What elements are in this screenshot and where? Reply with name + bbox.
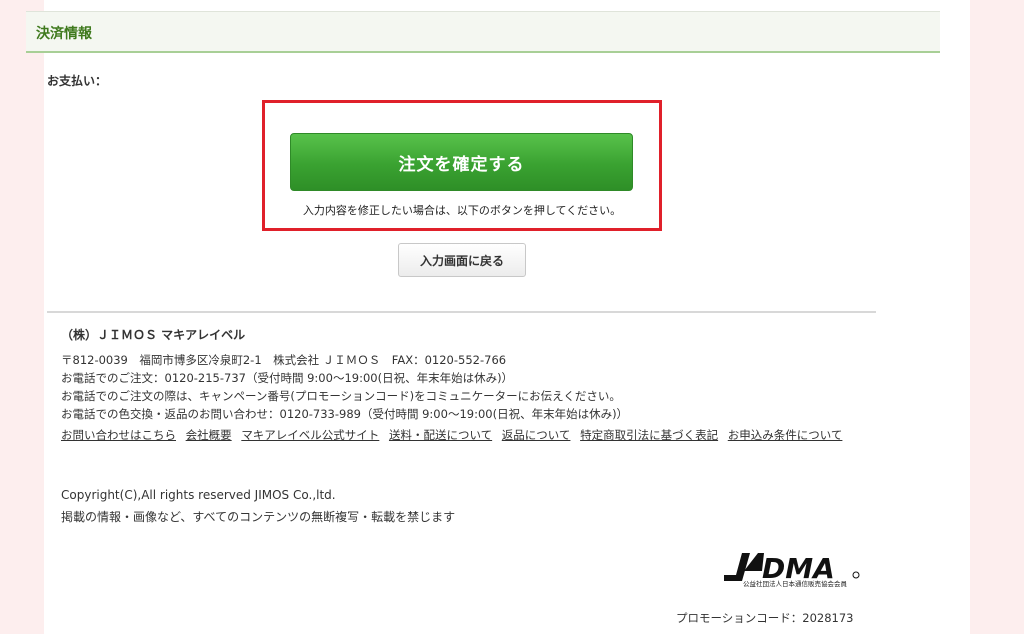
page-container <box>44 0 970 634</box>
copyright: Copyright(C),All rights reserved JIMOS C… <box>61 488 336 502</box>
company-name: （株）ＪＩＭＯＳ マキアレイベル <box>61 328 246 342</box>
campaign-note-line: お電話でのご注文の際は、キャンペーン番号(プロモーションコード)をコミュニケータ… <box>61 389 621 403</box>
confirm-order-button[interactable]: 注文を確定する <box>290 133 633 191</box>
footer-divider <box>47 311 876 313</box>
back-to-input-button[interactable]: 入力画面に戻る <box>398 243 526 277</box>
address-line: 〒812-0039 福岡市博多区冷泉町2-1 株式会社 ＪＩＭＯＳ FAX：01… <box>61 353 507 367</box>
promotion-code: プロモーションコード：2028173 <box>676 611 854 625</box>
returns-link[interactable]: 返品について <box>502 428 571 442</box>
order-terms-link[interactable]: お申込み条件について <box>728 428 843 442</box>
section-header: 決済情報 <box>26 11 940 53</box>
copy-notice: 掲載の情報・画像など、すべてのコンテンツの無断複写・転載を禁じます <box>61 510 456 524</box>
returns-phone-line: お電話での色交換・返品のお問い合わせ：0120-733-989（受付時間 9:0… <box>61 407 629 421</box>
legal-notation-link[interactable]: 特定商取引法に基づく表記 <box>580 428 718 442</box>
contact-link[interactable]: お問い合わせはこちら <box>61 428 176 442</box>
section-title: 決済情報 <box>36 26 92 42</box>
order-phone-line: お電話でのご注文：0120-215-737（受付時間 9:00～19:00(日祝… <box>61 371 514 385</box>
footer-links: お問い合わせはこちら 会社概要 マキアレイベル公式サイト 送料・配送について 返… <box>61 426 871 444</box>
logo-caption: 公益社団法人日本通信販売協会会員 <box>743 580 847 588</box>
payment-label: お支払い： <box>47 74 108 88</box>
shipping-link[interactable]: 送料・配送について <box>389 428 492 442</box>
edit-note: 入力内容を修正したい場合は、以下のボタンを押してください。 <box>302 204 622 217</box>
official-site-link[interactable]: マキアレイベル公式サイト <box>241 428 379 442</box>
company-overview-link[interactable]: 会社概要 <box>186 428 232 442</box>
